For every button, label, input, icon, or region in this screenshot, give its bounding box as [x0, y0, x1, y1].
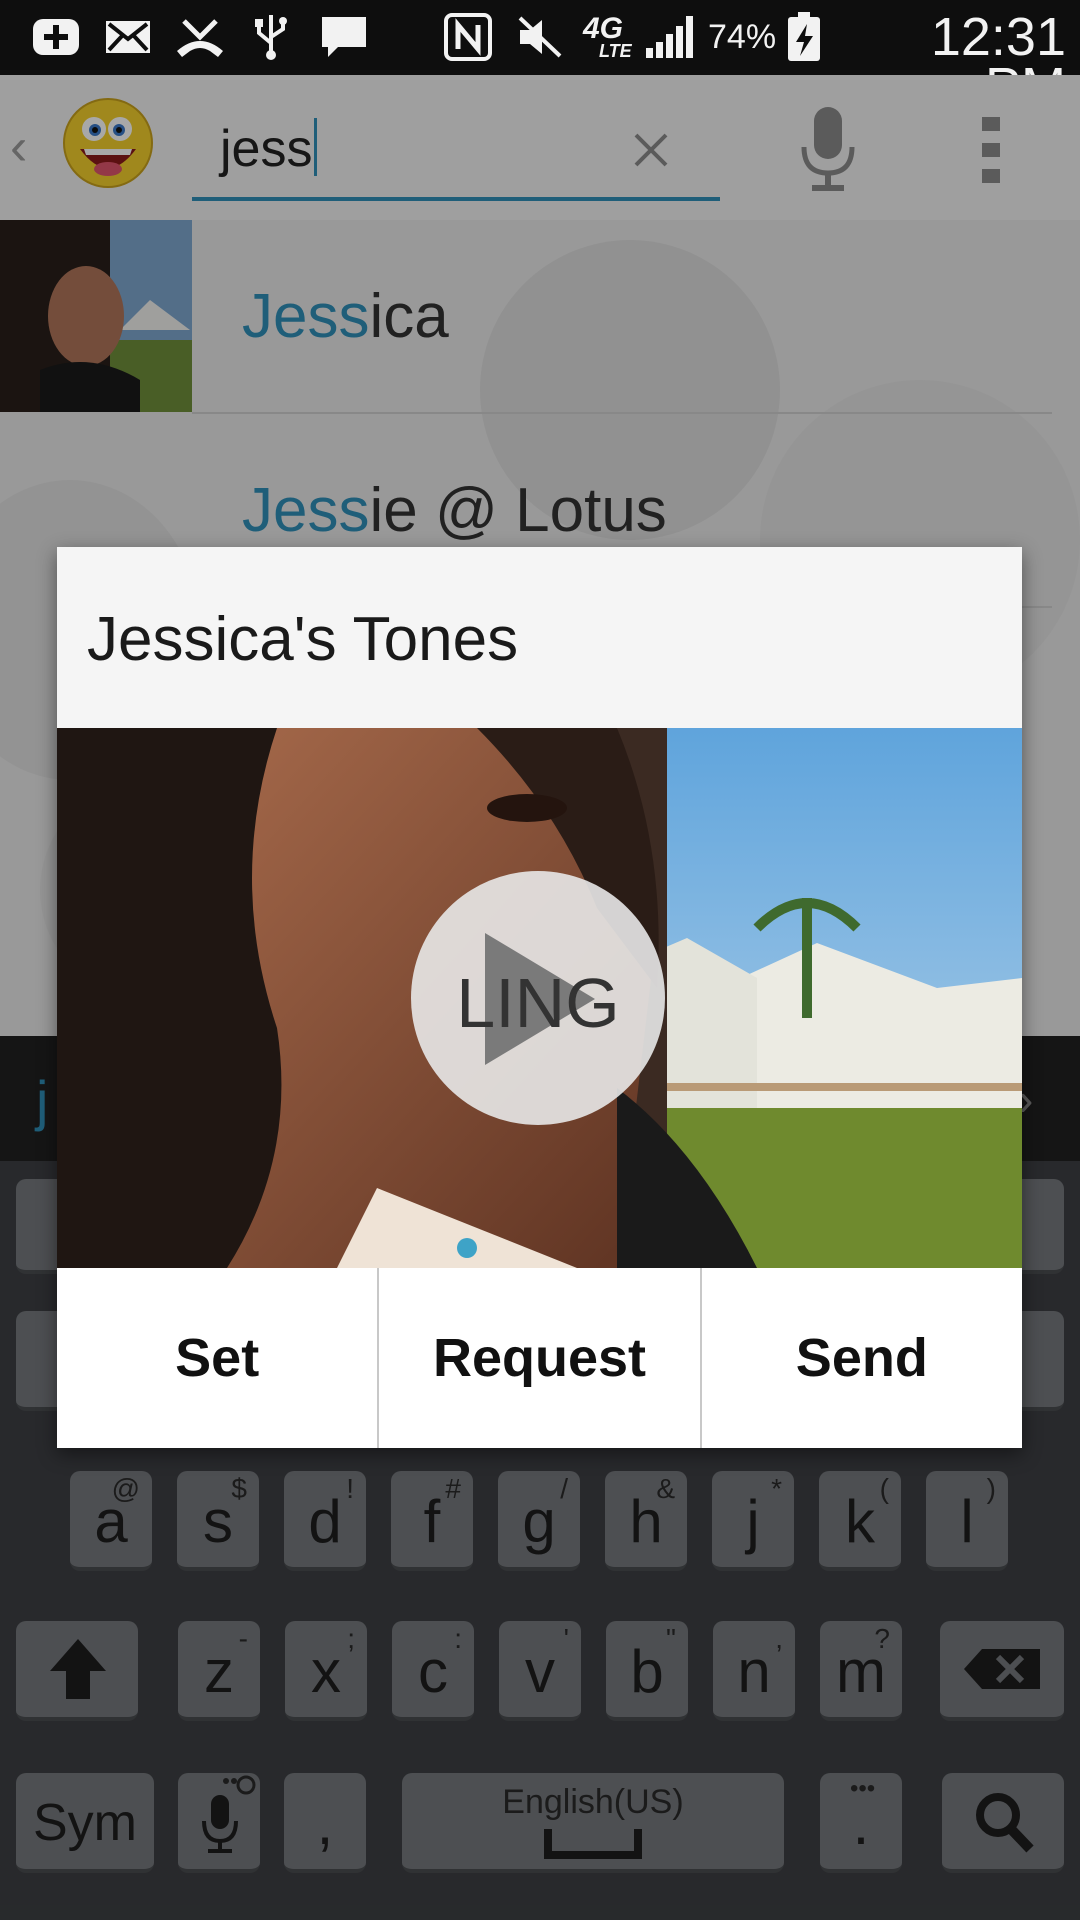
request-button[interactable]: Request	[377, 1268, 699, 1448]
battery-charging-icon	[784, 12, 824, 62]
add-notification-icon	[28, 12, 84, 62]
send-button[interactable]: Send	[699, 1268, 1022, 1448]
mute-icon	[514, 12, 566, 62]
dialog-actions: Set Request Send	[57, 1268, 1022, 1448]
nfc-icon	[442, 12, 494, 62]
signal-icon	[642, 12, 698, 62]
4g-lte-icon: 4G LTE	[583, 12, 632, 62]
dialog-title: Jessica's Tones	[87, 605, 519, 674]
missed-call-icon	[172, 12, 228, 62]
email-icon	[102, 12, 154, 62]
clock: 12:31 PM	[930, 7, 1066, 114]
status-bar: 4G LTE 74% 12:31 PM	[0, 0, 1080, 114]
usb-icon	[248, 12, 294, 62]
set-button[interactable]: Set	[57, 1268, 377, 1448]
contact-photo-large: LING	[57, 728, 1022, 1268]
tones-dialog: Jessica's Tones LING Set Request Send	[57, 547, 1022, 1448]
message-icon	[318, 12, 370, 62]
play-button[interactable]: LING	[411, 871, 665, 1125]
tone-label: LING	[456, 964, 620, 1042]
battery-percent: 74%	[708, 18, 777, 56]
